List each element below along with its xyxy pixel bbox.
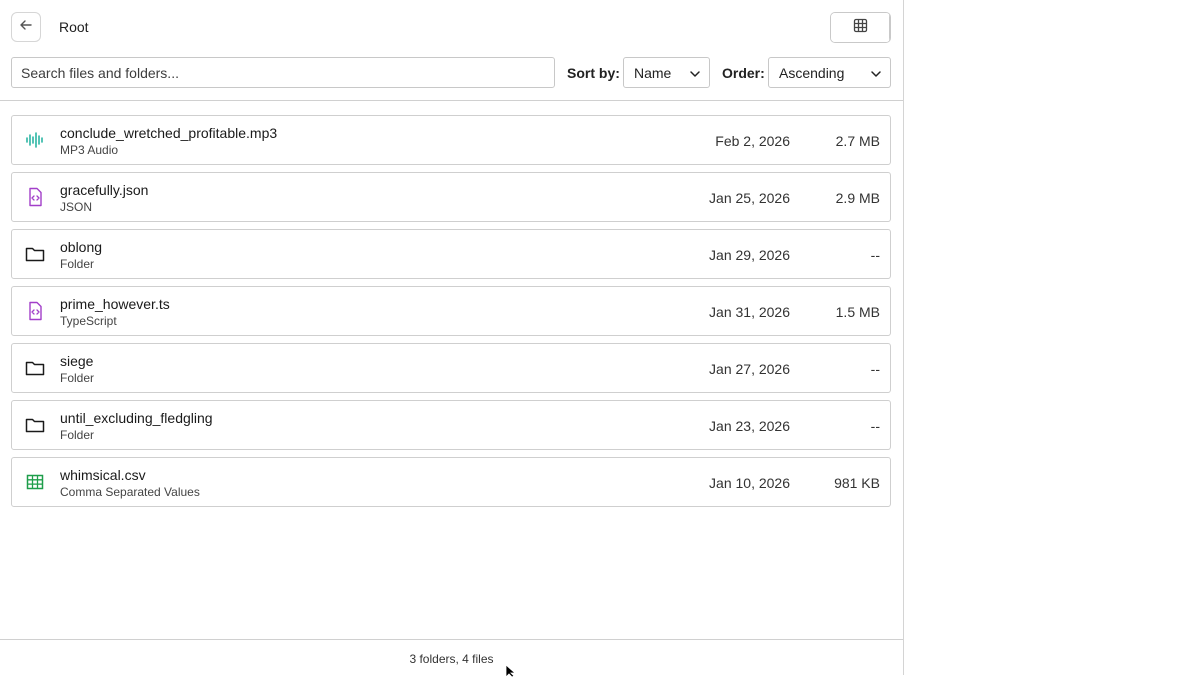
order-label: Order: [722,65,765,81]
item-size: 2.9 MB [835,190,880,206]
chevron-down-icon [689,67,701,83]
item-name: oblong [60,239,103,255]
list-item[interactable]: prime_however.ts TypeScript Jan 31, 2026… [11,286,891,336]
header-divider [0,100,903,101]
item-name: until_excluding_fledgling [60,410,213,426]
footer-divider [0,639,903,640]
item-type: Folder [60,371,95,385]
breadcrumb[interactable]: Root [59,19,89,35]
item-name: conclude_wretched_profitable.mp3 [60,125,278,141]
item-date: Jan 25, 2026 [709,190,790,206]
order-select[interactable]: Ascending [768,57,891,88]
mouse-cursor-icon [505,664,517,682]
item-date: Jan 10, 2026 [709,475,790,491]
item-type: MP3 Audio [60,143,119,157]
grid-icon [853,18,868,38]
item-size: 1.5 MB [835,304,880,320]
item-date: Jan 23, 2026 [709,418,790,434]
folder-icon [25,244,45,264]
list-item[interactable]: siege Folder Jan 27, 2026 -- [11,343,891,393]
item-type: Comma Separated Values [60,485,200,499]
list-item[interactable]: whimsical.csv Comma Separated Values Jan… [11,457,891,507]
sort-select-value: Name [634,64,672,81]
filter-bar: Sort by: Name Order: Ascending [0,56,903,100]
item-name: prime_however.ts [60,296,170,312]
item-size: 981 KB [834,475,880,491]
sort-label: Sort by: [567,65,620,81]
item-name: whimsical.csv [60,467,146,483]
code-file-icon [25,301,45,321]
item-type: Folder [60,257,95,271]
item-date: Feb 2, 2026 [715,133,790,149]
item-type: Folder [60,428,95,442]
item-size: -- [870,247,880,263]
top-bar: Root [0,0,903,56]
item-type: TypeScript [60,314,117,328]
grid-view-button[interactable] [831,13,890,42]
chevron-down-icon [870,67,882,83]
list-item[interactable]: oblong Folder Jan 29, 2026 -- [11,229,891,279]
audio-waveform-icon [25,130,45,150]
status-bar-text: 3 folders, 4 files [409,652,494,666]
code-file-icon [25,187,45,207]
search-input[interactable] [11,57,555,88]
item-date: Jan 27, 2026 [709,361,790,377]
view-mode-toggle [830,12,891,43]
item-date: Jan 29, 2026 [709,247,790,263]
item-size: 2.7 MB [835,133,880,149]
item-date: Jan 31, 2026 [709,304,790,320]
back-button[interactable] [11,12,41,42]
spreadsheet-icon [25,472,45,492]
file-list: conclude_wretched_profitable.mp3 MP3 Aud… [11,115,891,514]
item-size: -- [870,361,880,377]
item-name: siege [60,353,94,369]
item-type: JSON [60,200,93,214]
item-size: -- [870,418,880,434]
item-name: gracefully.json [60,182,149,198]
sort-select[interactable]: Name [623,57,710,88]
list-item[interactable]: gracefully.json JSON Jan 25, 2026 2.9 MB [11,172,891,222]
folder-icon [25,358,45,378]
list-item[interactable]: conclude_wretched_profitable.mp3 MP3 Aud… [11,115,891,165]
arrow-left-icon [19,18,33,37]
file-browser-panel: Root Search files and folders... Sort by… [0,0,904,678]
folder-icon [25,415,45,435]
list-item[interactable]: until_excluding_fledgling Folder Jan 23,… [11,400,891,450]
order-select-value: Ascending [779,64,845,81]
